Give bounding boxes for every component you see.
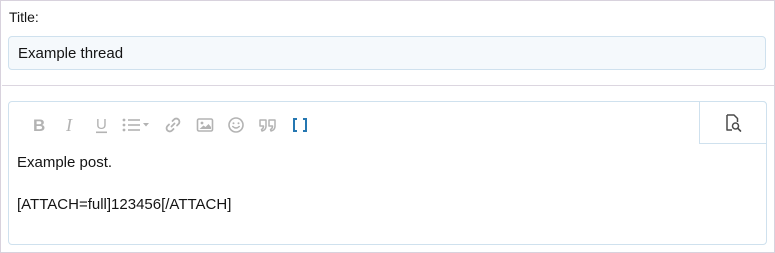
message-editor[interactable]: B I U Example post. [ATTACH=full]123456[… (8, 101, 767, 245)
form-divider (2, 85, 774, 86)
italic-icon: I (65, 116, 73, 134)
quote-icon (259, 119, 276, 132)
underline-icon: U (96, 116, 107, 134)
post-line-2: [ATTACH=full]123456[/ATTACH] (17, 196, 232, 213)
editor-content[interactable]: Example post. [ATTACH=full]123456[/ATTAC… (17, 152, 747, 215)
post-thread-form: Title: B I U (0, 0, 775, 253)
link-icon (165, 117, 181, 133)
svg-text:I: I (65, 116, 73, 134)
bold-icon: B (33, 116, 45, 134)
italic-button[interactable]: I (59, 114, 81, 136)
title-label: Title: (9, 9, 39, 25)
code-button[interactable] (289, 114, 311, 136)
editor-toolbar: B I U (9, 102, 699, 144)
list-button[interactable] (122, 114, 152, 136)
post-line-1: Example post. (17, 154, 113, 171)
bold-button[interactable]: B (28, 114, 50, 136)
smilie-button[interactable] (225, 114, 247, 136)
image-button[interactable] (194, 114, 216, 136)
image-icon (196, 118, 214, 132)
code-icon (293, 118, 307, 132)
svg-text:B: B (33, 116, 45, 134)
svg-text:U: U (96, 116, 107, 133)
chevron-down-icon (143, 123, 149, 127)
quote-button[interactable] (257, 114, 279, 136)
preview-icon (726, 113, 742, 132)
underline-button[interactable]: U (91, 114, 113, 136)
link-button[interactable] (162, 114, 184, 136)
preview-button[interactable] (699, 101, 767, 144)
title-input[interactable] (8, 36, 766, 70)
list-icon (122, 118, 149, 132)
smilie-icon (228, 117, 244, 133)
